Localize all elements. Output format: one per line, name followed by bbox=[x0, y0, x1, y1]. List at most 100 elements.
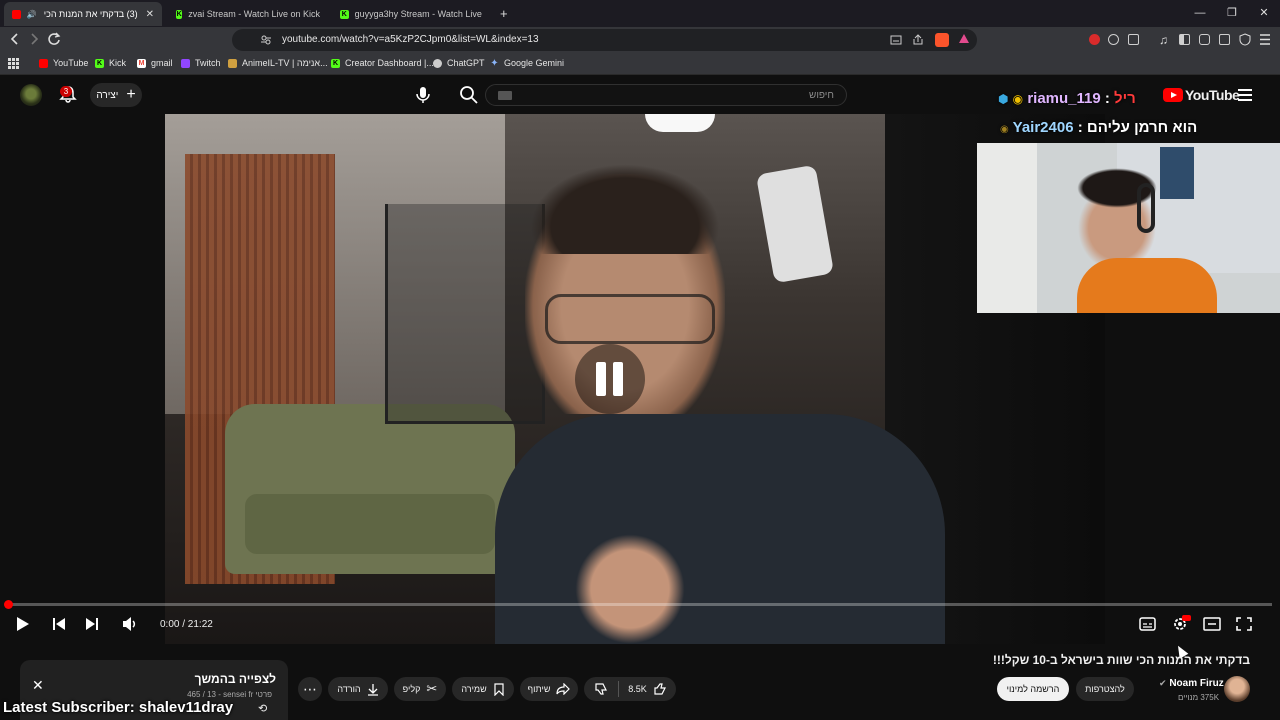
share-button[interactable]: שיתוף bbox=[520, 677, 578, 701]
save-button[interactable]: שמירה bbox=[452, 677, 514, 701]
close-icon[interactable]: ✕ bbox=[32, 677, 44, 694]
loop-icon[interactable]: ⟲ bbox=[258, 702, 267, 715]
menu-icon[interactable] bbox=[1259, 34, 1271, 45]
tab-guyyga3hy-stream[interactable]: K guyyga3hy Stream - Watch Live on K bbox=[332, 2, 492, 26]
video-title: בדקתי את המנות הכי שוות בישראל ב-10 שקל!… bbox=[992, 653, 1250, 667]
dislike-button[interactable] bbox=[584, 682, 618, 696]
bookmark-animeil[interactable]: AnimeIL-TV | אנימה... bbox=[228, 58, 328, 68]
wallet-icon[interactable] bbox=[1199, 34, 1210, 45]
bookmark-gemini[interactable]: ✦ Google Gemini bbox=[490, 58, 564, 68]
minimize-button[interactable]: — bbox=[1184, 0, 1216, 27]
youtube-logo[interactable]: YouTube bbox=[1163, 87, 1240, 103]
downloads-icon[interactable] bbox=[1219, 34, 1230, 45]
play-icon[interactable] bbox=[13, 615, 33, 633]
fullscreen-icon[interactable] bbox=[1234, 615, 1254, 633]
extensions-puzzle-icon[interactable] bbox=[1108, 34, 1119, 45]
settings-gear-icon[interactable] bbox=[1170, 615, 1191, 633]
previous-icon[interactable] bbox=[50, 615, 70, 633]
share-label: שיתוף bbox=[527, 684, 551, 694]
chat-text: ריל bbox=[1114, 90, 1136, 107]
chat-badge-icon: ⬢ bbox=[998, 92, 1009, 106]
create-button[interactable]: יצירה + bbox=[90, 83, 142, 107]
bookmark-label: gmail bbox=[151, 58, 173, 68]
bookmark-kick[interactable]: K Kick bbox=[95, 58, 126, 68]
tab-youtube-video[interactable]: 🔊 (3) בדקתי את המנות הכי שוו ✕ bbox=[4, 2, 162, 26]
bookmarks-bar: YouTube K Kick Mgmail Twitch AnimeIL-TV |… bbox=[0, 53, 1280, 75]
subtitles-icon[interactable] bbox=[1138, 615, 1158, 633]
more-actions-icon[interactable]: ⋯ bbox=[298, 677, 322, 701]
time-display: 0:00 / 21:22 bbox=[160, 619, 213, 630]
queue-meta: 465 / 13 - sensei fr פרטי bbox=[187, 690, 272, 699]
create-label: יצירה bbox=[96, 89, 119, 101]
reload-icon[interactable] bbox=[47, 32, 61, 46]
gmail-icon: M bbox=[137, 58, 146, 68]
channel-avatar[interactable] bbox=[1224, 676, 1250, 702]
animeil-icon bbox=[228, 58, 237, 68]
volume-icon[interactable] bbox=[120, 615, 140, 633]
bookmark-creator-dashboard[interactable]: K Creator Dashboard |... bbox=[331, 58, 434, 68]
forward-icon[interactable] bbox=[28, 32, 40, 46]
media-controls-icon[interactable]: ♫ bbox=[1159, 33, 1168, 47]
tab-close-icon[interactable]: ✕ bbox=[146, 9, 154, 20]
user-avatar[interactable] bbox=[20, 84, 42, 106]
video-person-glasses bbox=[545, 294, 715, 344]
vpn-shield-icon[interactable] bbox=[1239, 33, 1251, 46]
site-info-icon[interactable] bbox=[260, 34, 272, 46]
close-window-button[interactable]: ✕ bbox=[1248, 0, 1280, 27]
record-extension-icon[interactable] bbox=[1089, 34, 1100, 45]
search-icon[interactable] bbox=[458, 84, 480, 106]
theater-mode-icon[interactable] bbox=[1202, 615, 1222, 633]
channel-name[interactable]: ✔ Noam Firuz bbox=[1159, 678, 1224, 689]
like-icon bbox=[654, 683, 666, 695]
youtube-icon bbox=[39, 58, 48, 68]
tab-label: guyyga3hy Stream - Watch Live on K bbox=[354, 9, 484, 19]
join-button[interactable]: להצטרפות bbox=[1076, 677, 1134, 701]
like-dislike-group: 8.5K bbox=[584, 677, 676, 701]
brave-shields-icon[interactable] bbox=[935, 33, 949, 47]
install-app-icon[interactable] bbox=[890, 34, 902, 46]
video-shelf bbox=[385, 204, 545, 424]
bookmark-label: Twitch bbox=[195, 58, 221, 68]
voice-search-icon[interactable] bbox=[410, 82, 436, 108]
keyboard-icon[interactable] bbox=[498, 91, 512, 100]
new-tab-button[interactable]: + bbox=[500, 6, 508, 21]
chat-username: riamu_119 bbox=[1027, 90, 1101, 107]
plus-icon: + bbox=[126, 86, 136, 103]
chat-separator: : bbox=[1077, 119, 1083, 136]
youtube-logo-text: YouTube bbox=[1185, 87, 1240, 103]
speaker-icon[interactable]: 🔊 bbox=[27, 10, 37, 19]
restore-button[interactable]: ❐ bbox=[1216, 0, 1248, 27]
apps-grid-icon[interactable] bbox=[8, 58, 19, 69]
youtube-logo-icon bbox=[1163, 88, 1183, 102]
progress-bar[interactable] bbox=[8, 603, 1272, 606]
bookmark-chatgpt[interactable]: ChatGPT bbox=[433, 58, 485, 68]
next-icon[interactable] bbox=[82, 615, 102, 633]
tab-zvai-stream[interactable]: K zvai Stream - Watch Live on Kick bbox=[168, 2, 328, 26]
progress-scrubber[interactable] bbox=[4, 600, 13, 609]
latest-subscriber-overlay: Latest Subscriber: shalev11dray bbox=[3, 699, 234, 716]
download-button[interactable]: הורדה bbox=[328, 677, 388, 701]
pause-icon[interactable] bbox=[575, 344, 645, 414]
chat-message-2: ◉ Yair2406 : הוא חרמן עליהם bbox=[1000, 119, 1197, 136]
streamer-webcam bbox=[977, 143, 1280, 313]
bookmark-gmail[interactable]: Mgmail bbox=[137, 58, 173, 68]
bookmark-youtube[interactable]: YouTube bbox=[39, 58, 88, 68]
address-bar[interactable]: youtube.com/watch?v=a5KzP2CJpm0&list=WL&… bbox=[232, 29, 977, 51]
extension-icon[interactable] bbox=[1128, 34, 1139, 45]
bookmark-twitch[interactable]: Twitch bbox=[181, 58, 221, 68]
guide-menu-icon[interactable] bbox=[1238, 89, 1252, 101]
clip-button[interactable]: קליפ ✂ bbox=[394, 677, 446, 701]
chat-message-1: ⬢ ◉ riamu_119 : ריל bbox=[998, 90, 1136, 107]
bookmark-label: Kick bbox=[109, 58, 127, 68]
brave-rewards-icon[interactable] bbox=[958, 33, 970, 45]
subscribe-button[interactable]: הרשמה למינוי bbox=[997, 677, 1069, 701]
kick-icon: K bbox=[331, 58, 340, 68]
share-icon[interactable] bbox=[912, 34, 924, 46]
search-input[interactable]: חיפוש bbox=[485, 84, 847, 106]
chat-separator: : bbox=[1104, 90, 1110, 107]
download-label: הורדה bbox=[337, 684, 361, 694]
like-button[interactable]: 8.5K bbox=[619, 682, 676, 696]
share-arrow-icon bbox=[556, 683, 571, 695]
sidebar-icon[interactable] bbox=[1179, 34, 1190, 45]
back-icon[interactable] bbox=[9, 32, 21, 46]
